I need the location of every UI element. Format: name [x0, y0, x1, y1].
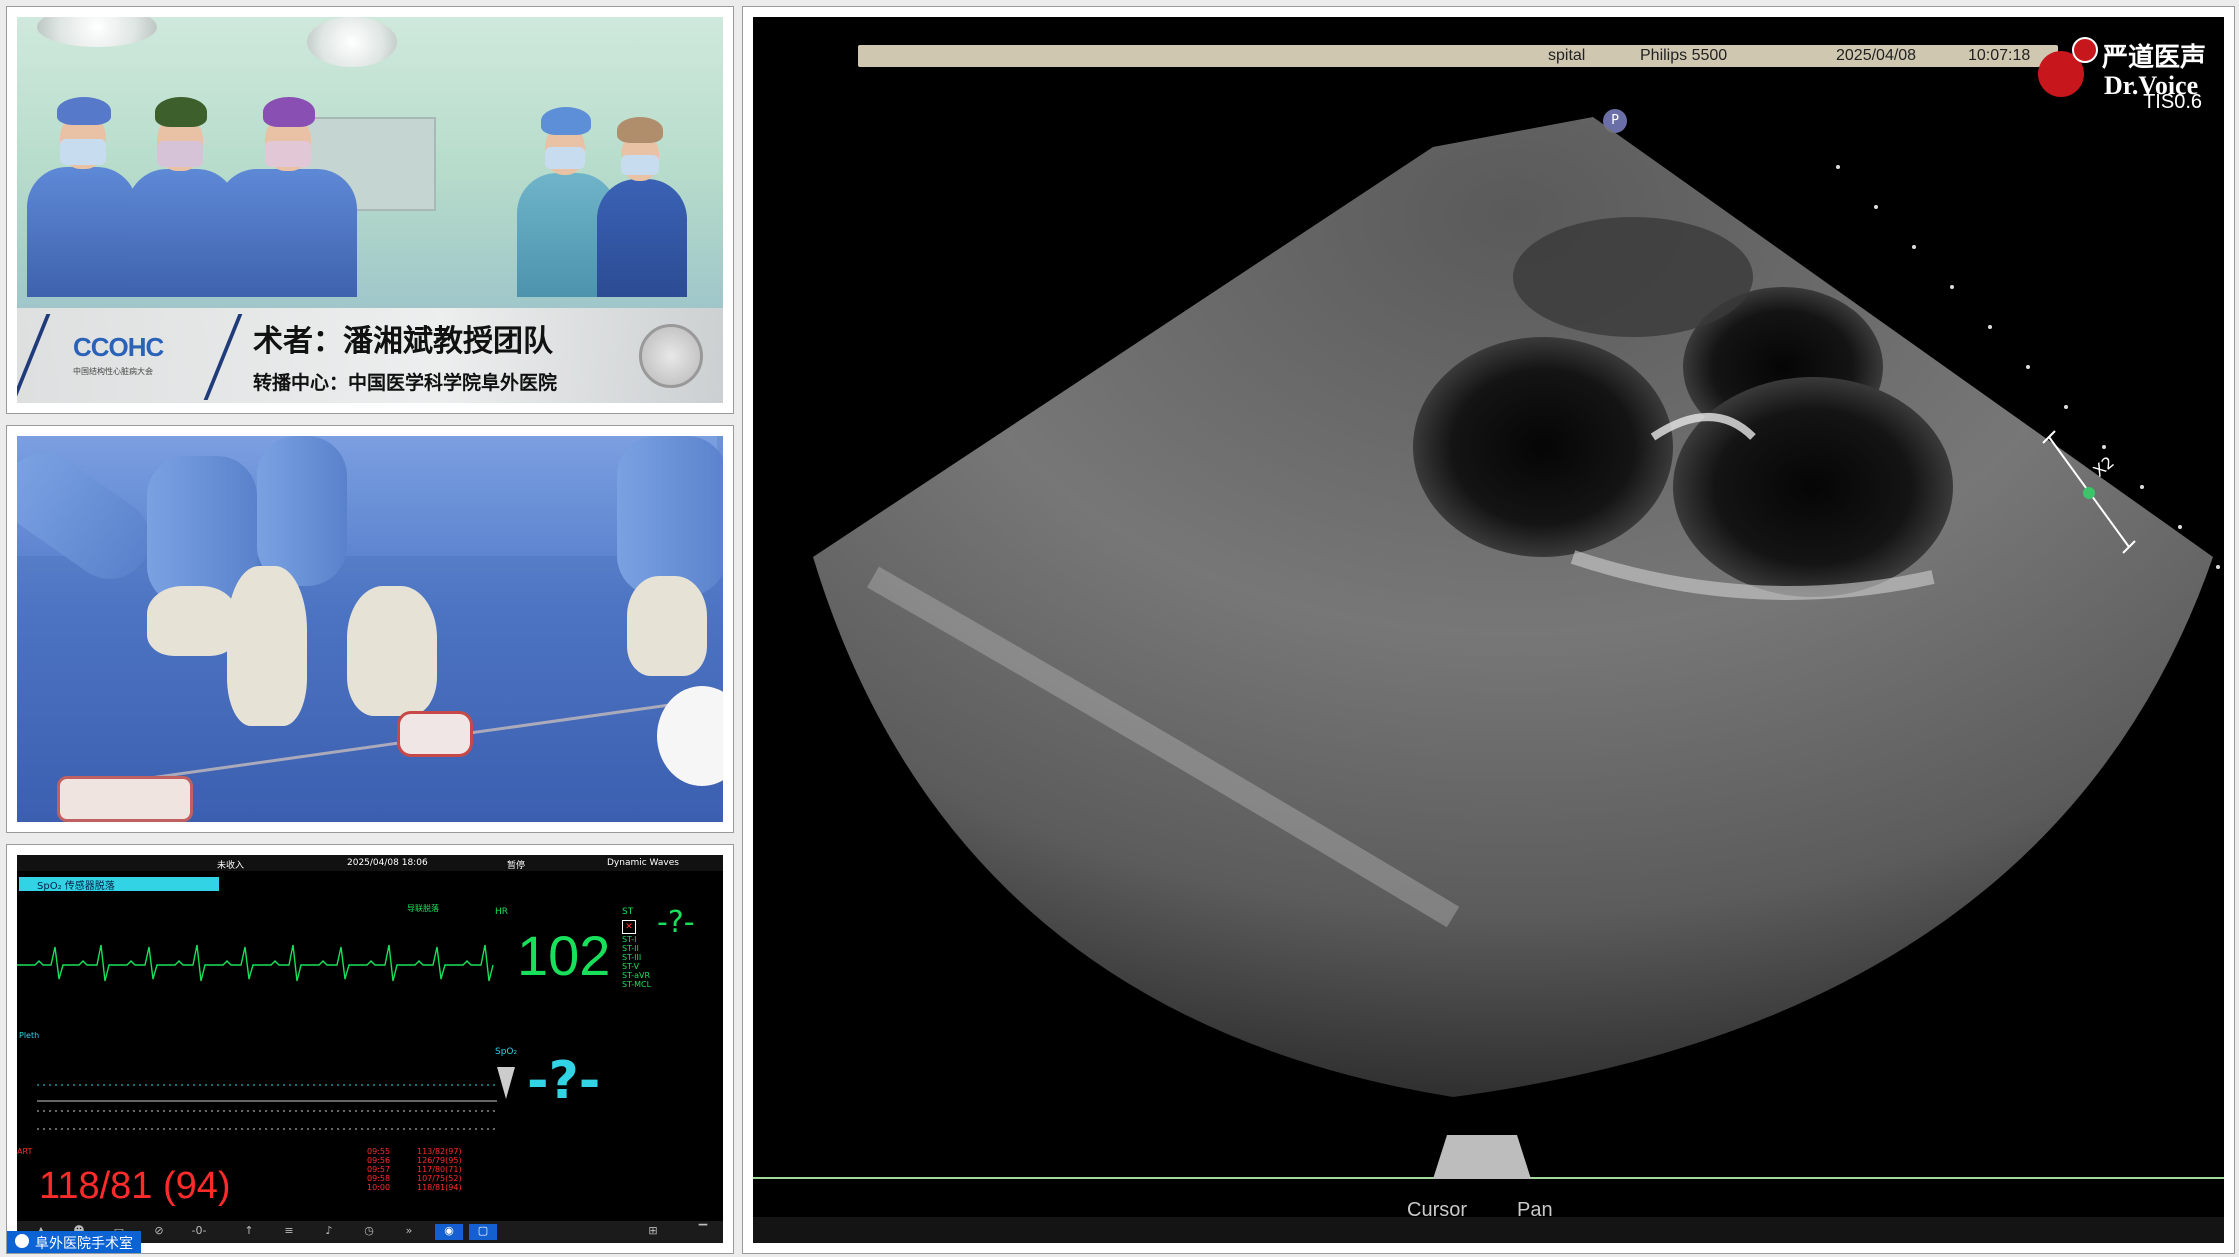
- banner-divider: [203, 314, 243, 400]
- gauze: [57, 776, 193, 822]
- st-alarm-icon: ✕: [622, 920, 636, 934]
- monitor-datetime: 2025/04/08 18:06: [347, 858, 428, 868]
- nibp-value: 117/80(71): [417, 1165, 462, 1174]
- patient-monitor-panel: 未收入 2025/04/08 18:06 暂停 Dynamic Waves Sp…: [6, 844, 734, 1254]
- bed-status: 未收入: [217, 861, 245, 871]
- team-member: [27, 97, 137, 297]
- ecg-waveform: [17, 944, 494, 982]
- team-camera-view: CCOHC 中国结构性心脏病大会 术者：潘湘斌教授团队 转播中心：中国医学科学院…: [17, 17, 723, 403]
- mic-icon[interactable]: ≡: [275, 1224, 303, 1240]
- forward-icon[interactable]: ◷: [355, 1224, 383, 1240]
- heart-rate-value: 102: [517, 924, 611, 987]
- nibp-time: 09:55: [367, 1147, 391, 1156]
- list-icon[interactable]: ↑: [235, 1224, 263, 1240]
- surgeon-arm: [617, 436, 723, 596]
- st-item: ST-MCL: [622, 980, 652, 989]
- spo2-value: -?-: [527, 1051, 601, 1111]
- st-label: ST: [622, 907, 634, 917]
- pleth-waveform: [37, 1084, 497, 1130]
- nibp-time: 09:58: [367, 1174, 391, 1183]
- ccohc-logo: CCOHC 中国结构性心脏病大会: [35, 322, 185, 390]
- spo2-label: SpO₂: [495, 1047, 518, 1057]
- scan-cursor-marker[interactable]: [1433, 1135, 1531, 1179]
- gloved-hand: [347, 586, 437, 716]
- st-item: ST-aVR: [622, 971, 651, 980]
- gloved-hand: [627, 576, 707, 676]
- surgical-lamp: [307, 17, 397, 67]
- pause-status: 暂停: [507, 861, 526, 871]
- st-item: ST-I: [622, 935, 637, 944]
- nibp-value: 113/82(97): [417, 1147, 462, 1156]
- nibp-value: 118/81(94): [417, 1183, 462, 1192]
- logo-text: CCOHC: [73, 332, 164, 362]
- ultrasound-sector: [813, 117, 2220, 1097]
- nibp-value: 107/75(52): [417, 1174, 462, 1183]
- echocardiogram-view: spital Philips 5500 2025/04/08 10:07:18 …: [753, 17, 2224, 1243]
- minimize-icon[interactable]: ⊞: [639, 1224, 667, 1240]
- hr-label: HR: [495, 907, 509, 917]
- patient-monitor: 未收入 2025/04/08 18:06 暂停 Dynamic Waves Sp…: [17, 855, 723, 1243]
- pleth-label: Pleth: [19, 1031, 40, 1040]
- st-item: ST-II: [622, 944, 639, 953]
- echo-panel: spital Philips 5500 2025/04/08 10:07:18 …: [742, 6, 2235, 1254]
- user-chip-label: 阜外医院手术室: [35, 1236, 133, 1252]
- camera-icon[interactable]: »: [395, 1224, 423, 1240]
- timer-icon[interactable]: ♪: [315, 1224, 343, 1240]
- nibp-time: 09:56: [367, 1156, 391, 1165]
- gloved-hand: [227, 566, 307, 726]
- st-value: -?-: [657, 905, 695, 940]
- alarm-message[interactable]: SpO₂ 传感器脱落: [19, 877, 219, 892]
- echo-bottom-bar: [753, 1217, 2224, 1243]
- st-item: ST-III: [622, 953, 642, 962]
- nibp-times: 09:55 09:56 09:57 09:58 10:00: [367, 1147, 390, 1192]
- team-member: [597, 117, 687, 297]
- surgeon-banner: CCOHC 中国结构性心脏病大会 术者：潘湘斌教授团队 转播中心：中国医学科学院…: [17, 308, 723, 403]
- surgical-field-view: [17, 436, 723, 822]
- blood-pressure-value: 118/81 (94): [39, 1165, 231, 1207]
- nibp-value: 126/79(95): [417, 1156, 462, 1165]
- bp-label: ART: [17, 1147, 33, 1156]
- lead-info: 导联脱落: [407, 904, 439, 913]
- user-chip[interactable]: 阜外医院手术室: [7, 1231, 141, 1253]
- user-icon: [15, 1234, 29, 1248]
- display-mode: Dynamic Waves: [607, 858, 679, 868]
- nibp-time: 10:00: [367, 1183, 391, 1192]
- hospital-seal-icon: [639, 324, 703, 388]
- nibp-time: 09:57: [367, 1165, 391, 1174]
- screen-toggle-icon[interactable]: ▔: [689, 1224, 717, 1240]
- monitor-status-bar: 未收入 2025/04/08 18:06 暂停 Dynamic Waves: [17, 855, 723, 871]
- st-list: ST-I ST-II ST-III ST-V ST-aVR ST-MCL: [622, 935, 651, 989]
- broadcast-center: 转播中心：中国医学科学院阜外医院: [253, 372, 558, 394]
- nibp-values: 113/82(97) 126/79(95) 117/80(71) 107/75(…: [417, 1147, 462, 1192]
- surgical-field-panel: [6, 425, 734, 833]
- spo2-bar-icon: [497, 1067, 515, 1099]
- gauze: [397, 711, 473, 757]
- logo-subtitle: 中国结构性心脏病大会: [73, 367, 153, 376]
- report-icon[interactable]: ▢: [469, 1224, 497, 1240]
- nibp-icon[interactable]: -0-: [185, 1224, 213, 1240]
- screen-icon[interactable]: ◉: [435, 1224, 463, 1240]
- team-member: [217, 97, 357, 297]
- zero-icon[interactable]: ⊘: [145, 1224, 173, 1240]
- gloved-hand: [147, 586, 237, 656]
- surgeon-title: 术者：潘湘斌教授团队: [253, 324, 553, 359]
- st-item: ST-V: [622, 962, 640, 971]
- team-camera-panel: CCOHC 中国结构性心脏病大会 术者：潘湘斌教授团队 转播中心：中国医学科学院…: [6, 6, 734, 414]
- surgeon-arm: [257, 436, 347, 586]
